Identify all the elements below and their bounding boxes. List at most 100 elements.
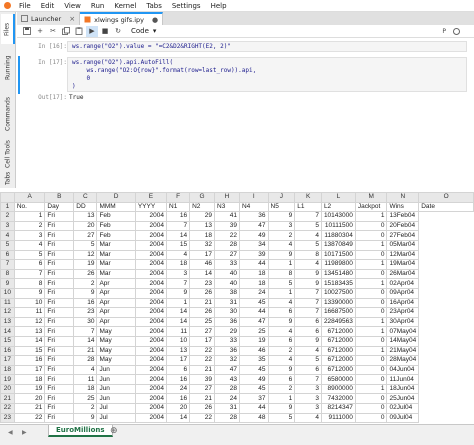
data-cell[interactable]: 2004	[134, 364, 168, 376]
data-cell[interactable]: 13390000	[320, 297, 356, 309]
modified-dot-icon[interactable]: ●	[152, 16, 158, 24]
data-cell[interactable]: 20Feb04	[386, 220, 420, 232]
save-icon[interactable]	[21, 26, 33, 37]
data-cell[interactable]: Fri	[44, 355, 75, 366]
data-cell[interactable]: Apr	[96, 316, 136, 328]
menu-tabs[interactable]: Tabs	[141, 0, 167, 12]
data-cell[interactable]: 2	[267, 230, 296, 241]
data-cell[interactable]: 15	[13, 345, 46, 357]
data-cell[interactable]: 44	[238, 307, 269, 318]
data-cell[interactable]: 2004	[134, 355, 168, 366]
data-cell[interactable]: 47	[238, 220, 269, 232]
data-cell[interactable]: 14	[13, 335, 46, 347]
data-cell[interactable]: 9	[73, 412, 98, 424]
data-cell[interactable]: Fri	[44, 393, 75, 405]
data-cell[interactable]: 16	[13, 355, 46, 366]
code-cell[interactable]: In [16]: ws.range("O2").value = "=C2&D2&…	[17, 40, 474, 54]
row-header[interactable]: 9	[0, 278, 15, 289]
data-cell[interactable]: 40	[214, 268, 240, 280]
data-cell[interactable]: 2	[73, 278, 98, 289]
sidebar-tab-tabs[interactable]: Tabs	[1, 169, 15, 187]
data-cell[interactable]: 0	[354, 393, 388, 405]
data-cell[interactable]: 2004	[134, 335, 168, 347]
data-cell[interactable]: 25	[238, 326, 269, 337]
data-cell[interactable]: 7	[294, 211, 322, 222]
data-cell[interactable]: 1	[267, 287, 296, 299]
data-cell[interactable]: 0	[354, 355, 388, 366]
cell-type-select[interactable]: Code ▾	[131, 27, 156, 35]
data-cell[interactable]: 27	[189, 326, 216, 337]
data-cell[interactable]: 36	[214, 316, 240, 328]
header-cell[interactable]: DD	[73, 201, 98, 213]
data-cell[interactable]: Fri	[44, 345, 75, 357]
data-cell[interactable]: 26Mar04	[386, 268, 420, 280]
code-editor[interactable]: ws.range("O2").value = "=C2&D2&RIGHT(E2,…	[67, 41, 467, 52]
data-cell[interactable]: 28	[73, 355, 98, 366]
data-cell[interactable]: 02Jul04	[386, 403, 420, 414]
row-header[interactable]: 6	[0, 249, 15, 261]
data-cell[interactable]: 46	[189, 259, 216, 270]
select-all-corner[interactable]	[0, 192, 15, 203]
column-header[interactable]: G	[189, 192, 216, 203]
data-cell[interactable]: 0	[354, 403, 388, 414]
data-cell[interactable]: Jun	[96, 374, 136, 385]
data-cell[interactable]: 24	[166, 383, 191, 395]
data-cell[interactable]: 4	[267, 355, 296, 366]
data-cell[interactable]: 47	[214, 364, 240, 376]
data-cell[interactable]: 12	[73, 249, 98, 261]
data-cell[interactable]: 2004	[134, 268, 168, 280]
data-cell[interactable]: 4	[267, 297, 296, 309]
data-cell[interactable]: 37	[238, 393, 269, 405]
data-cell[interactable]: 39	[189, 374, 216, 385]
data-cell[interactable]: 0	[354, 307, 388, 318]
data-cell[interactable]: 45	[238, 364, 269, 376]
data-cell[interactable]: Fri	[44, 278, 75, 289]
data-cell[interactable]: 15	[166, 239, 191, 251]
data-cell[interactable]: 29	[214, 326, 240, 337]
data-cell[interactable]: 24	[238, 287, 269, 299]
row-header[interactable]: 17	[0, 355, 15, 366]
data-cell[interactable]: 6	[267, 374, 296, 385]
data-cell[interactable]: 36	[238, 211, 269, 222]
data-cell[interactable]: 28	[214, 412, 240, 424]
data-cell[interactable]: 18	[238, 278, 269, 289]
column-header[interactable]: L	[320, 192, 356, 203]
sidebar-tab-files[interactable]: Files	[1, 14, 15, 44]
header-cell[interactable]: MMM	[96, 201, 136, 213]
data-cell[interactable]: 0	[354, 287, 388, 299]
data-cell[interactable]: 19	[238, 335, 269, 347]
data-cell[interactable]: 18	[166, 259, 191, 270]
worksheet-table[interactable]: ABCDEFGHIJKLMNO 1 No. Day DD MMM YYYY N1 N2 N3 N4…	[0, 192, 474, 424]
data-cell[interactable]: Fri	[44, 287, 75, 299]
data-cell[interactable]: 26	[189, 307, 216, 318]
data-cell[interactable]: Jul	[96, 412, 136, 424]
data-cell[interactable]: Feb	[96, 211, 136, 222]
data-cell[interactable]: 22849563	[320, 316, 356, 328]
data-cell[interactable]: 4	[13, 239, 46, 251]
data-cell[interactable]: 28	[214, 239, 240, 251]
data-cell[interactable]: 16687500	[320, 307, 356, 318]
data-cell[interactable]: 44	[238, 403, 269, 414]
data-cell[interactable]: 38	[214, 287, 240, 299]
column-header[interactable]: D	[96, 192, 136, 203]
data-cell[interactable]: 3	[294, 393, 322, 405]
data-cell[interactable]: 13Feb04	[386, 211, 420, 222]
data-cell[interactable]: Apr	[96, 297, 136, 309]
header-cell[interactable]: Day	[44, 201, 75, 213]
row-header[interactable]: 4	[0, 230, 15, 241]
data-cell[interactable]: 1	[354, 383, 388, 395]
header-cell[interactable]: No.	[13, 201, 46, 213]
data-cell[interactable]: 14	[73, 335, 98, 347]
data-cell[interactable]: 27	[189, 383, 216, 395]
data-cell[interactable]: 39	[238, 249, 269, 261]
data-cell[interactable]: 2004	[134, 316, 168, 328]
data-cell[interactable]: 7	[13, 268, 46, 280]
data-cell[interactable]: Feb	[96, 230, 136, 241]
data-cell[interactable]: 6	[267, 335, 296, 347]
data-cell[interactable]: 12Mar04	[386, 249, 420, 261]
data-cell[interactable]: Fri	[44, 326, 75, 337]
menu-edit[interactable]: Edit	[36, 0, 60, 12]
data-cell[interactable]: May	[96, 326, 136, 337]
data-cell[interactable]: 9	[267, 364, 296, 376]
row-header[interactable]: 1	[0, 201, 15, 213]
